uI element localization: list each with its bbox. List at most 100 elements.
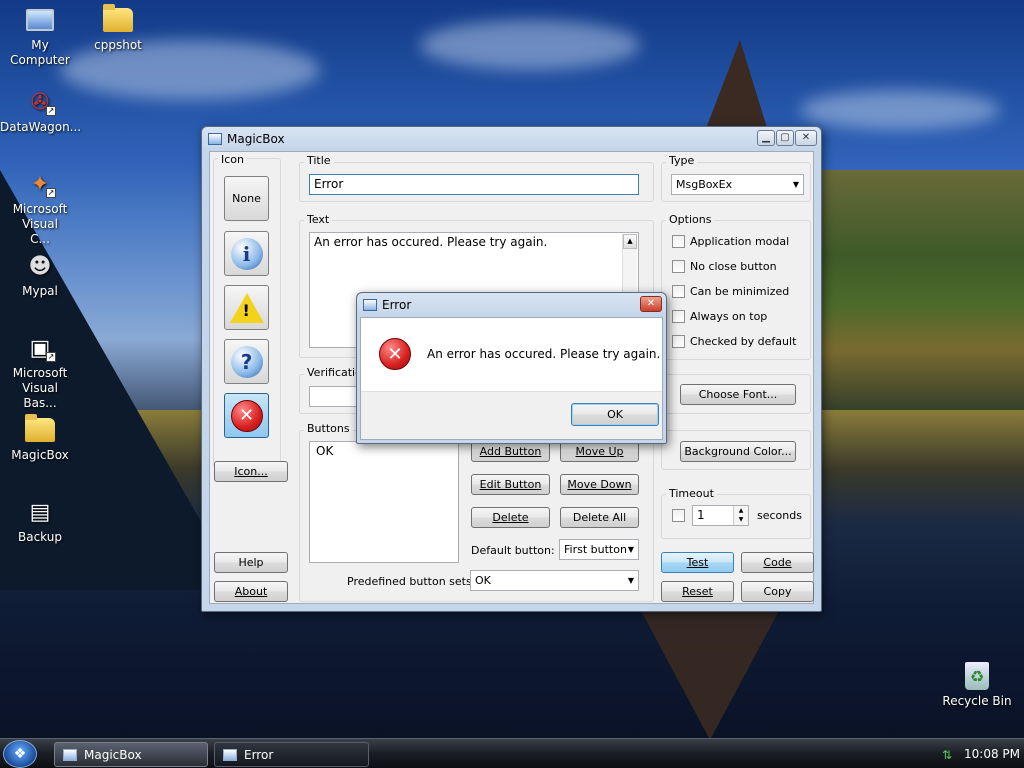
move-down-label: Move Down xyxy=(567,478,632,491)
icon-question-button[interactable]: ? xyxy=(224,339,269,384)
error-dialog-title: Error xyxy=(382,298,412,312)
timeout-checkbox[interactable] xyxy=(672,509,690,522)
icon-warning-button[interactable]: ! xyxy=(224,285,269,330)
add-button-button[interactable]: Add Button xyxy=(471,441,550,462)
timeout-input[interactable]: 1 ▲ ▼ xyxy=(692,505,749,526)
type-select[interactable]: MsgBoxEx ▼ xyxy=(671,174,804,195)
delete-all-button[interactable]: Delete All xyxy=(560,507,639,528)
error-icon: ✕ xyxy=(379,338,411,370)
background-color-button[interactable]: Background Color... xyxy=(680,441,796,462)
timeout-spinner[interactable]: ▲ ▼ xyxy=(733,506,748,525)
window-app-icon xyxy=(208,133,222,145)
icon-none-label: None xyxy=(232,192,261,205)
code-button[interactable]: Code xyxy=(741,552,814,573)
error-message: An error has occured. Please try again. xyxy=(427,347,661,361)
icon-browse-label: Icon... xyxy=(234,465,268,478)
desktop-icon-label: My Computer xyxy=(10,38,70,67)
magicbox-titlebar[interactable]: MagicBox xyxy=(202,127,821,151)
list-item[interactable]: OK xyxy=(316,444,452,458)
text-input-value: An error has occured. Please try again. xyxy=(314,235,548,249)
no-close-button-checkbox[interactable]: No close button xyxy=(672,260,777,273)
windows-logo-icon: ❖ xyxy=(13,746,27,762)
delete-button[interactable]: Delete xyxy=(471,507,550,528)
predefined-sets-label: Predefined button sets: xyxy=(347,575,476,588)
default-button-select[interactable]: First button ▼ xyxy=(559,539,639,560)
about-button[interactable]: About xyxy=(214,581,288,602)
taskbar-item-magicbox[interactable]: MagicBox xyxy=(54,742,208,767)
chevron-down-icon: ▼ xyxy=(627,576,634,585)
window-title: MagicBox xyxy=(227,132,285,146)
buttons-list[interactable]: OK xyxy=(309,441,459,563)
move-up-button[interactable]: Move Up xyxy=(560,441,639,462)
backup-icon: ▤ xyxy=(29,499,51,525)
scroll-up-icon[interactable]: ▲ xyxy=(623,234,637,249)
predefined-sets-value: OK xyxy=(475,574,491,587)
timeout-unit: seconds xyxy=(757,509,802,522)
wallpaper-cloud xyxy=(420,20,640,70)
options-group-label: Options xyxy=(666,213,715,226)
about-label: About xyxy=(234,585,268,598)
icon-info-button[interactable]: i xyxy=(224,231,269,276)
desktop-icon-mypal[interactable]: ☻ Mypal xyxy=(0,250,80,299)
clock[interactable]: 10:08 PM xyxy=(964,747,1020,761)
desktop-icon-my-computer[interactable]: My Computer xyxy=(0,4,80,68)
maximize-button[interactable]: ▢ xyxy=(776,130,794,146)
warning-icon: ! xyxy=(229,292,264,323)
close-button[interactable]: ✕ xyxy=(640,296,662,312)
error-dialog-titlebar[interactable]: Error xyxy=(357,293,666,317)
icon-group-label: Icon xyxy=(218,153,247,166)
close-button[interactable]: ✕ xyxy=(795,130,817,146)
type-value: MsgBoxEx xyxy=(676,178,733,191)
recycle-bin-icon: ♻ xyxy=(965,662,989,690)
icon-none-button[interactable]: None xyxy=(224,176,269,221)
error-dialog: Error ✕ ✕ An error has occured. Please t… xyxy=(356,292,667,444)
predefined-sets-select[interactable]: OK ▼ xyxy=(470,570,639,591)
icon-error-button[interactable]: ✕ xyxy=(224,393,269,438)
desktop-icon-visual-c[interactable]: ✦ ↗ Microsoft Visual C... xyxy=(0,168,80,247)
taskbar-item-error[interactable]: Error xyxy=(214,742,369,767)
choose-font-button[interactable]: Choose Font... xyxy=(680,384,796,405)
start-button[interactable]: ❖ xyxy=(3,740,37,768)
application-modal-checkbox[interactable]: Application modal xyxy=(672,235,789,248)
ok-button[interactable]: OK xyxy=(571,403,659,426)
desktop-icon-visual-basic[interactable]: ▣ ↗ Microsoft Visual Bas... xyxy=(0,332,80,411)
help-label: Help xyxy=(238,556,264,569)
icon-browse-button[interactable]: Icon... xyxy=(214,461,288,482)
edit-button-button[interactable]: Edit Button xyxy=(471,474,550,495)
move-down-button[interactable]: Move Down xyxy=(560,474,639,495)
desktop-icon-backup[interactable]: ▤ Backup xyxy=(0,496,80,545)
desktop-icon-cppshot[interactable]: cppshot xyxy=(78,4,158,53)
choose-font-label: Choose Font... xyxy=(698,388,778,401)
test-button[interactable]: Test xyxy=(661,552,734,573)
folder-icon xyxy=(103,4,133,32)
add-button-label: Add Button xyxy=(479,445,542,458)
error-dialog-footer: OK xyxy=(361,391,662,439)
copy-label: Copy xyxy=(763,585,792,598)
desktop-icon-recycle-bin[interactable]: ♻ Recycle Bin xyxy=(934,660,1020,709)
delete-all-label: Delete All xyxy=(572,511,627,524)
copy-button[interactable]: Copy xyxy=(741,581,814,602)
reset-button[interactable]: Reset xyxy=(661,581,734,602)
network-icon[interactable]: ⇅ xyxy=(942,748,956,762)
desktop-icon-magicbox[interactable]: MagicBox xyxy=(0,414,80,463)
window-app-icon xyxy=(223,748,237,761)
taskbar: ❖ MagicBox Error ⇅ 10:08 PM xyxy=(0,738,1024,768)
help-button[interactable]: Help xyxy=(214,552,288,573)
minimize-button[interactable]: ▁ xyxy=(757,130,775,146)
desktop-icon-datawagon[interactable]: ✇ ↗ DataWagon... xyxy=(0,86,81,135)
always-on-top-checkbox[interactable]: Always on top xyxy=(672,310,767,323)
can-be-minimized-checkbox[interactable]: Can be minimized xyxy=(672,285,789,298)
title-input[interactable]: Error xyxy=(309,174,639,195)
reset-label: Reset xyxy=(682,585,713,598)
wallpaper-reflection xyxy=(630,590,790,738)
error-dialog-icon-wrap: ✕ xyxy=(379,338,411,370)
window-app-icon xyxy=(363,299,377,311)
datawagon-icon: ✇ ↗ xyxy=(30,89,56,116)
checked-by-default-checkbox[interactable]: Checked by default xyxy=(672,335,796,348)
timeout-group-label: Timeout xyxy=(666,487,717,500)
system-tray: ⇅ 10:08 PM xyxy=(936,739,1024,768)
raccoon-icon: ☻ xyxy=(28,253,52,279)
desktop-icon-label: Microsoft Visual Bas... xyxy=(12,366,68,410)
ok-label: OK xyxy=(607,408,623,421)
edit-button-label: Edit Button xyxy=(479,478,542,491)
